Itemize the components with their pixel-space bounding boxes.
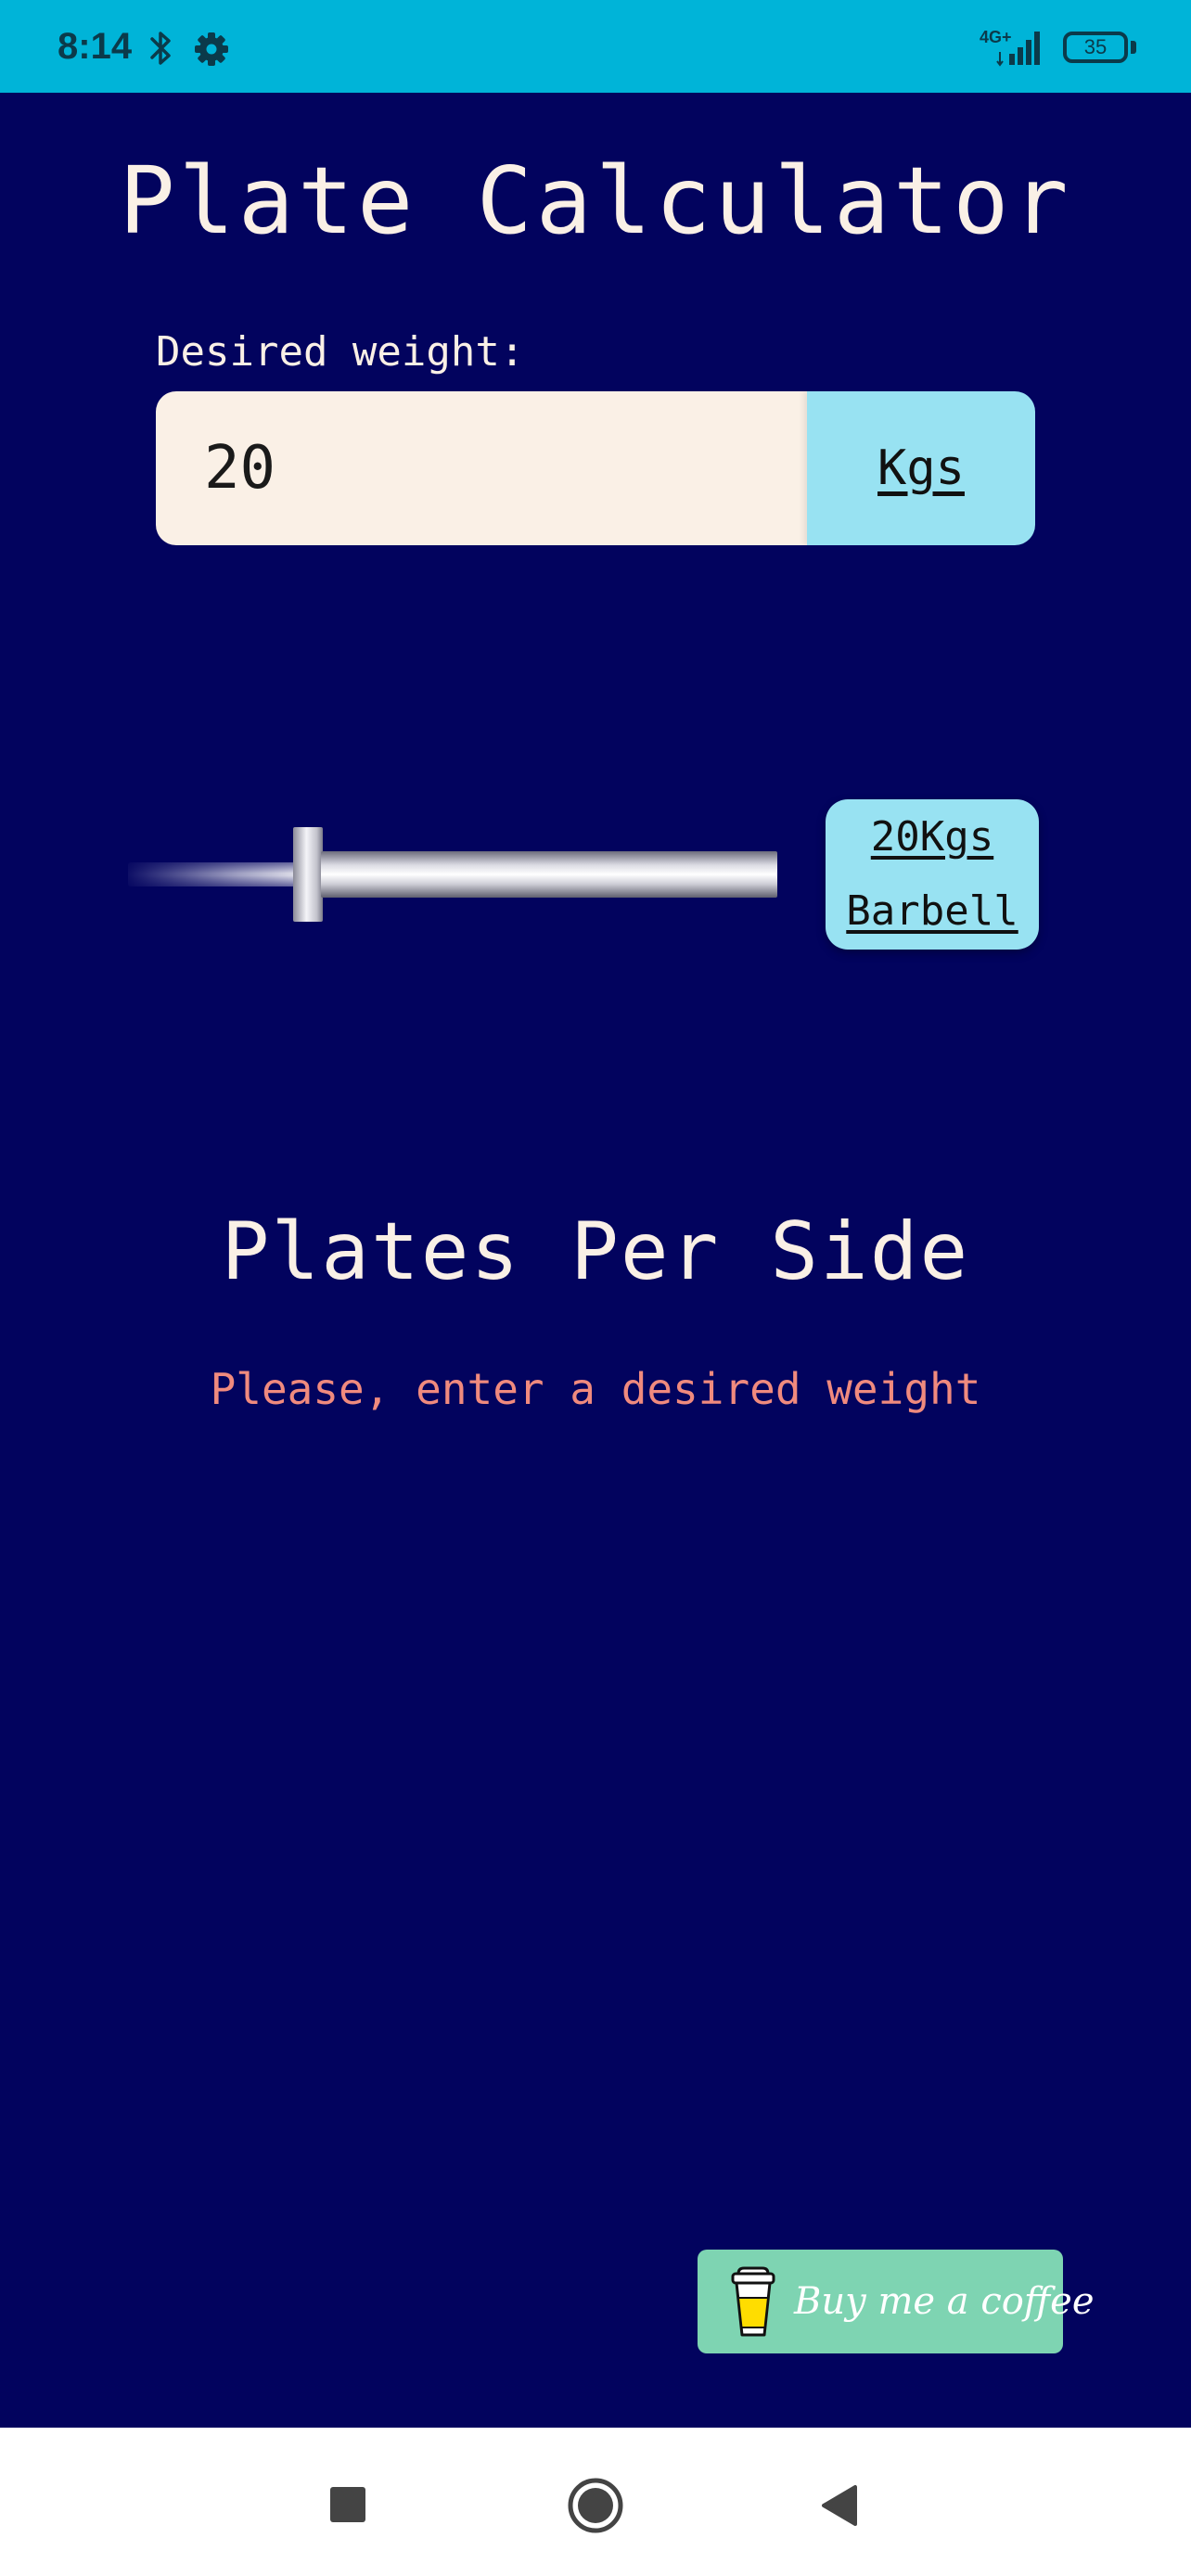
desired-weight-label: Desired weight: — [156, 328, 525, 376]
bluetooth-icon — [150, 32, 171, 65]
navigation-bar — [0, 2428, 1191, 2576]
weight-input-group: Kgs — [156, 391, 1035, 545]
barbell-sleeve — [321, 851, 777, 898]
back-button[interactable] — [818, 2483, 859, 2528]
barbell-collar — [293, 827, 323, 922]
barbell-select-button[interactable]: 20Kgs Barbell — [826, 799, 1039, 950]
gear-icon — [195, 32, 228, 66]
buy-me-a-coffee-button[interactable]: Buy me a coffee — [698, 2250, 1095, 2353]
weight-input[interactable] — [156, 391, 807, 545]
recents-button[interactable] — [330, 2487, 365, 2522]
battery-tip — [1131, 41, 1136, 54]
status-bar: 8:14 4G+ 35 — [0, 0, 1191, 93]
unit-toggle-button[interactable]: Kgs — [807, 391, 1035, 545]
plates-per-side-heading: Plates Per Side — [221, 1205, 970, 1298]
barbell-weight-label: 20Kgs — [870, 813, 994, 861]
barbell-shaft — [128, 862, 304, 886]
signal-icon — [996, 32, 1040, 67]
home-button[interactable] — [567, 2477, 624, 2534]
buy-me-a-coffee-label: Buy me a coffee — [794, 2280, 1095, 2323]
weight-prompt-message: Please, enter a desired weight — [210, 1364, 981, 1414]
page-title: Plate Calculator — [119, 147, 1072, 255]
battery-icon: 35 — [1063, 32, 1128, 63]
barbell-type-label: Barbell — [846, 887, 1018, 935]
coffee-cup-icon — [731, 2266, 775, 2337]
status-time: 8:14 — [58, 26, 133, 67]
